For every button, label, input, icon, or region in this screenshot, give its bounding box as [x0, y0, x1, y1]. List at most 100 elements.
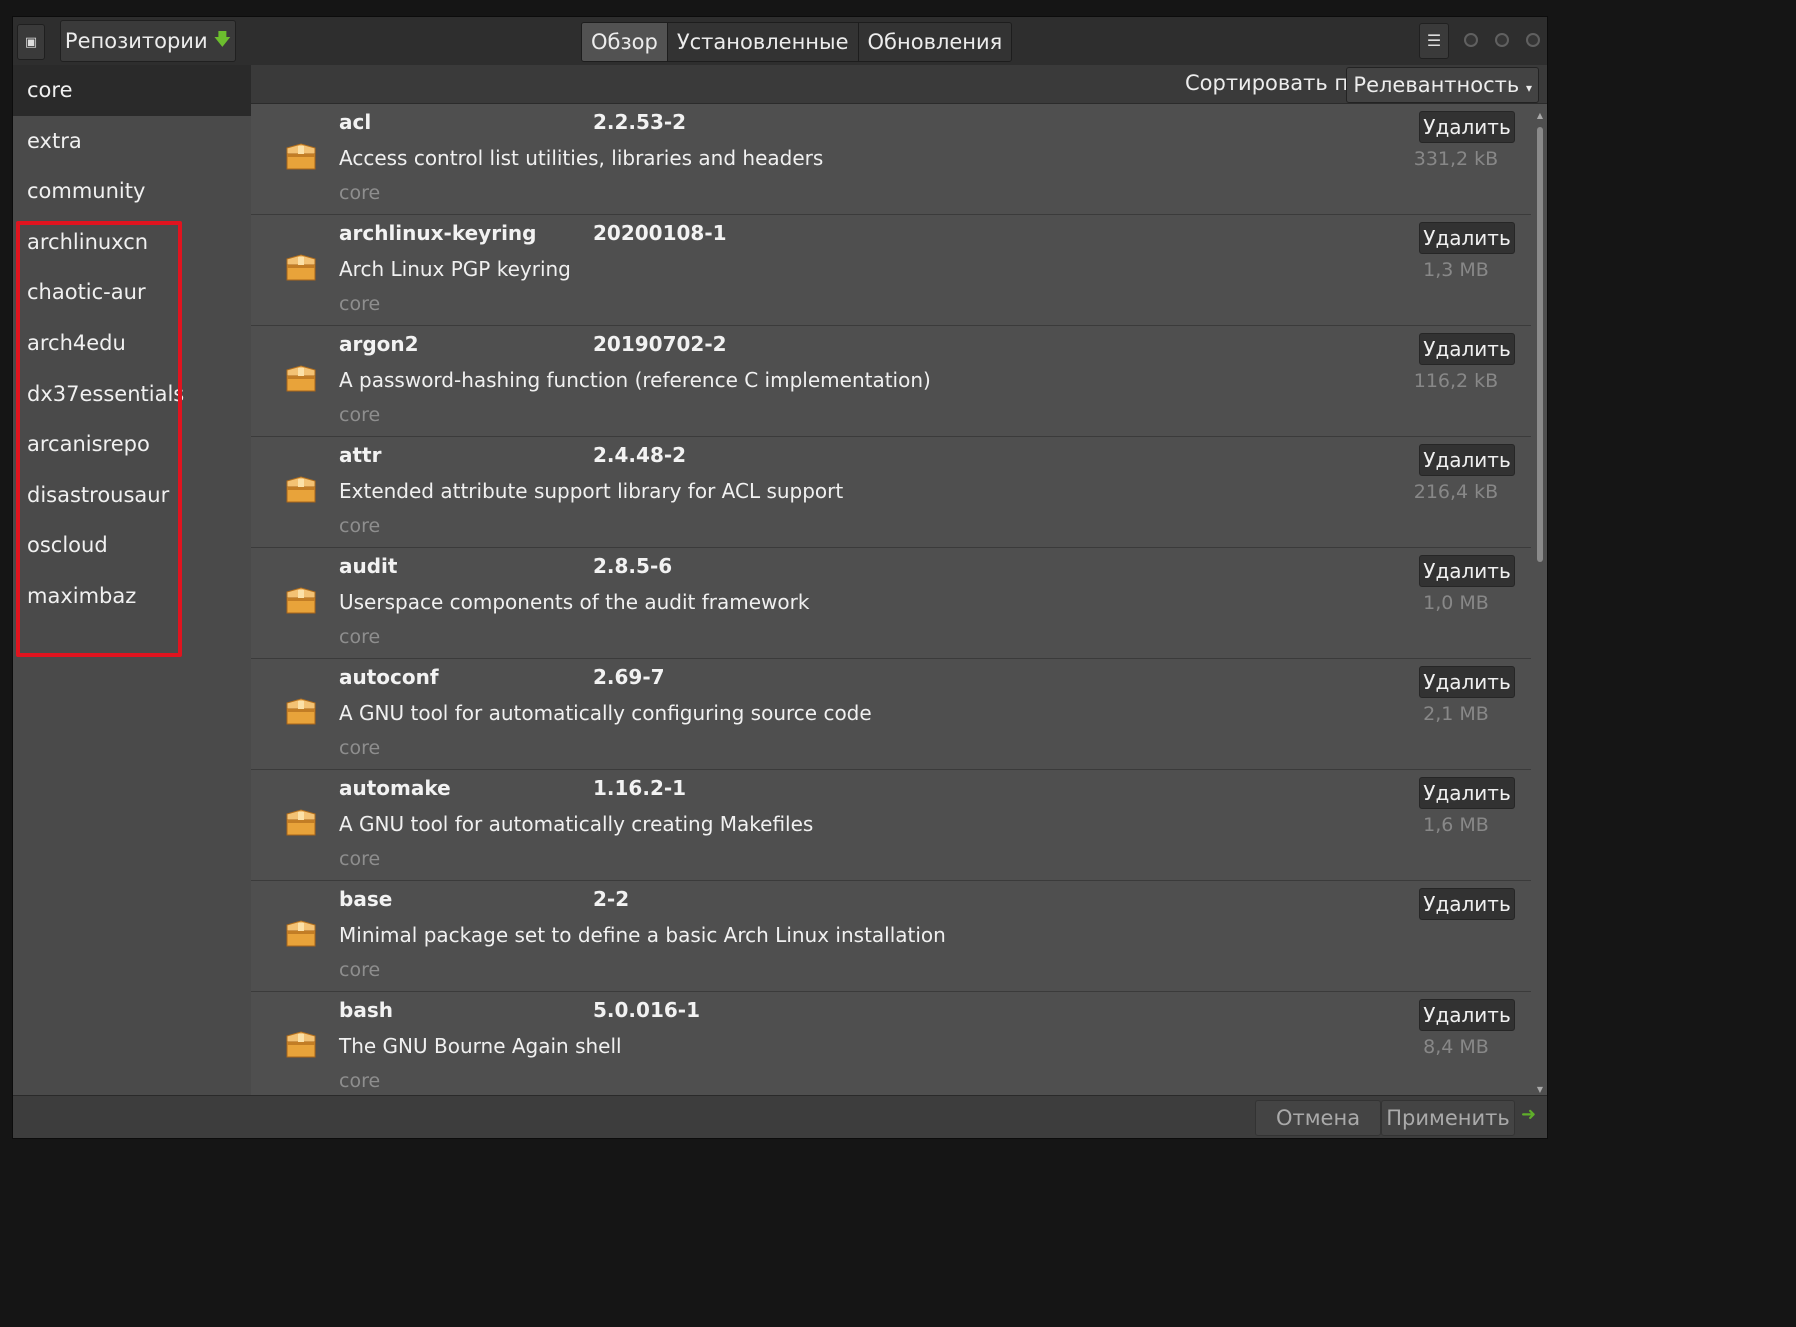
package-repo: core — [339, 737, 381, 759]
repository-sidebar: core extra community archlinuxcn chaotic… — [13, 65, 251, 1096]
repositories-menu-button[interactable]: Репозитории 🡇 — [60, 20, 236, 62]
package-version: 2.69-7 — [593, 665, 665, 689]
package-repo: core — [339, 959, 381, 981]
package-name: bash — [339, 998, 393, 1022]
remove-button[interactable]: Удалить — [1419, 444, 1515, 476]
hamburger-menu-button[interactable]: ☰ — [1419, 23, 1449, 59]
package-repo: core — [339, 848, 381, 870]
package-box-icon — [286, 143, 316, 170]
remove-button[interactable]: Удалить — [1419, 333, 1515, 365]
scrollbar-thumb[interactable] — [1537, 127, 1543, 562]
menu-icon: ☰ — [1426, 31, 1442, 50]
package-name: acl — [339, 110, 372, 134]
package-row[interactable]: autoconf 2.69-7 A GNU tool for automatic… — [251, 659, 1531, 770]
sort-dropdown[interactable]: Релевантность ▾ — [1346, 67, 1539, 103]
remove-button[interactable]: Удалить — [1419, 777, 1515, 809]
package-version: 2.2.53-2 — [593, 110, 687, 134]
repositories-menu-label: Репозитории — [64, 29, 208, 53]
scrollbar[interactable]: ▲ ▼ — [1535, 111, 1545, 1094]
package-name: autoconf — [339, 665, 439, 689]
package-name: base — [339, 887, 393, 911]
scroll-down-arrow-icon[interactable]: ▼ — [1535, 1085, 1545, 1094]
header-bar: ▣ Репозитории 🡇 Обзор Установленные Обно… — [13, 17, 1547, 66]
package-version: 2.4.48-2 — [593, 443, 687, 467]
sidebar-item-core[interactable]: core — [13, 65, 251, 116]
tab-installed[interactable]: Установленные — [667, 23, 859, 61]
package-box-icon — [286, 809, 316, 836]
sort-bar: Сортировать по Релевантность ▾ — [251, 65, 1547, 104]
sidebar-item-community[interactable]: community — [13, 166, 251, 217]
package-row[interactable]: attr 2.4.48-2 Extended attribute support… — [251, 437, 1531, 548]
package-description: Extended attribute support library for A… — [339, 479, 844, 503]
package-box-icon — [286, 254, 316, 281]
maximize-button[interactable] — [1495, 33, 1509, 47]
package-box-icon — [286, 476, 316, 503]
package-size: 1,6 MB — [1423, 814, 1489, 836]
package-description: Arch Linux PGP keyring — [339, 257, 571, 281]
package-version: 2-2 — [593, 887, 630, 911]
package-version: 20200108-1 — [593, 221, 727, 245]
apply-arrow-icon[interactable]: ➜ — [1521, 1104, 1536, 1125]
close-button[interactable] — [1526, 33, 1540, 47]
package-version: 2.8.5-6 — [593, 554, 673, 578]
apply-button[interactable]: Применить — [1381, 1100, 1515, 1136]
package-row[interactable]: base 2-2 Minimal package set to define a… — [251, 881, 1531, 992]
remove-button[interactable]: Удалить — [1419, 111, 1515, 143]
package-version: 20190702-2 — [593, 332, 727, 356]
package-description: A GNU tool for automatically configuring… — [339, 701, 872, 725]
sort-label: Сортировать по — [1184, 71, 1361, 95]
sort-value: Релевантность — [1353, 73, 1520, 97]
package-repo: core — [339, 293, 381, 315]
package-row[interactable]: automake 1.16.2-1 A GNU tool for automat… — [251, 770, 1531, 881]
package-name: argon2 — [339, 332, 419, 356]
sidebar-item-extra[interactable]: extra — [13, 116, 251, 167]
package-name: attr — [339, 443, 382, 467]
package-repo: core — [339, 626, 381, 648]
package-version: 1.16.2-1 — [593, 776, 687, 800]
remove-button[interactable]: Удалить — [1419, 555, 1515, 587]
package-row[interactable]: audit 2.8.5-6 Userspace components of th… — [251, 548, 1531, 659]
remove-button[interactable]: Удалить — [1419, 222, 1515, 254]
package-size: 331,2 kB — [1413, 148, 1499, 170]
package-box-icon — [286, 920, 316, 947]
dropdown-arrow-icon: ▾ — [1525, 81, 1532, 95]
package-name: archlinux-keyring — [339, 221, 537, 245]
scroll-up-arrow-icon[interactable]: ▲ — [1535, 111, 1545, 120]
package-box-icon — [286, 587, 316, 614]
package-box-icon — [286, 1031, 316, 1058]
package-size: 116,2 kB — [1413, 370, 1499, 392]
package-list-panel: Сортировать по Релевантность ▾ acl 2.2.5… — [251, 65, 1547, 1096]
cancel-button[interactable]: Отмена — [1255, 1100, 1381, 1136]
app-icon-button[interactable]: ▣ — [17, 24, 45, 60]
package-description: A password-hashing function (reference C… — [339, 368, 931, 392]
package-row[interactable]: bash 5.0.016-1 The GNU Bourne Again shel… — [251, 992, 1531, 1096]
remove-button[interactable]: Удалить — [1419, 888, 1515, 920]
down-arrow-icon: 🡇 — [213, 29, 232, 50]
package-row[interactable]: argon2 20190702-2 A password-hashing fun… — [251, 326, 1531, 437]
package-box-icon — [286, 365, 316, 392]
package-version: 5.0.016-1 — [593, 998, 700, 1022]
package-size: 1,0 MB — [1423, 592, 1489, 614]
package-description: Userspace components of the audit framew… — [339, 590, 810, 614]
remove-button[interactable]: Удалить — [1419, 999, 1515, 1031]
package-size: 216,4 kB — [1413, 481, 1499, 503]
remove-button[interactable]: Удалить — [1419, 666, 1515, 698]
package-box-icon — [286, 698, 316, 725]
tab-updates[interactable]: Обновления — [858, 23, 1012, 61]
minimize-button[interactable] — [1464, 33, 1478, 47]
package-name: audit — [339, 554, 398, 578]
package-row[interactable]: acl 2.2.53-2 Access control list utiliti… — [251, 104, 1531, 215]
bottom-bar: Отмена Применить ➜ — [13, 1095, 1547, 1138]
package-repo: core — [339, 1070, 381, 1092]
tab-overview[interactable]: Обзор — [582, 23, 668, 61]
view-tabs: Обзор Установленные Обновления — [581, 22, 1013, 62]
package-row[interactable]: archlinux-keyring 20200108-1 Arch Linux … — [251, 215, 1531, 326]
package-list: acl 2.2.53-2 Access control list utiliti… — [251, 104, 1531, 1096]
package-description: The GNU Bourne Again shell — [339, 1034, 622, 1058]
package-repo: core — [339, 404, 381, 426]
package-manager-window: ▣ Репозитории 🡇 Обзор Установленные Обно… — [12, 16, 1548, 1139]
package-description: Minimal package set to define a basic Ar… — [339, 923, 946, 947]
package-size: 1,3 MB — [1423, 259, 1489, 281]
package-repo: core — [339, 182, 381, 204]
package-size: 2,1 MB — [1423, 703, 1489, 725]
